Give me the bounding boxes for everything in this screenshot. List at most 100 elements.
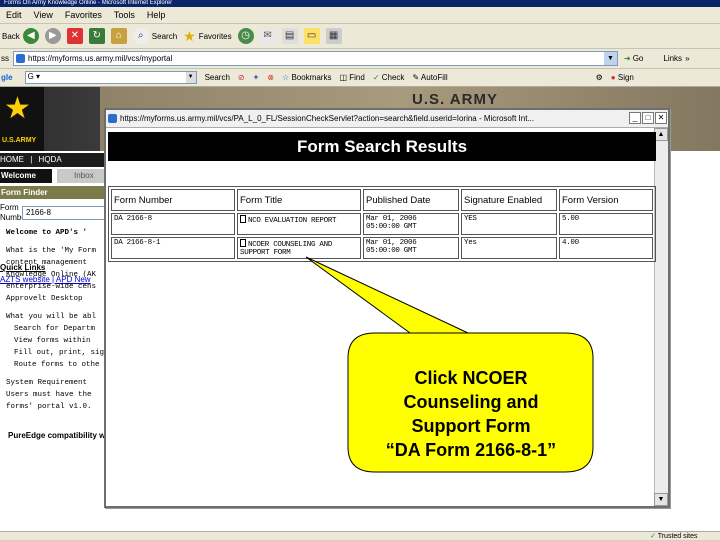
back-button[interactable]: Back ◀ — [2, 28, 39, 44]
ie-window-icon — [108, 114, 117, 123]
google-signin-button[interactable]: ● Sign — [611, 73, 634, 82]
banner-title: U.S. ARMY — [412, 91, 498, 108]
column-header: Published Date — [363, 189, 459, 211]
refresh-icon[interactable]: ↻ — [88, 28, 105, 44]
table-row[interactable]: DA 2166-8-1 NCOER COUNSELING AND SUPPORT … — [111, 237, 653, 259]
ie-page-icon — [16, 54, 25, 63]
signature-cell: YES — [461, 213, 557, 235]
status-bar: ✓ Trusted sites — [0, 531, 720, 540]
column-header: Form Number — [111, 189, 235, 211]
go-button[interactable]: Go — [633, 54, 644, 63]
body-line: Knowledge Online (AK — [6, 271, 97, 279]
maximize-button[interactable]: □ — [642, 112, 654, 124]
minimize-button[interactable]: _ — [629, 112, 641, 124]
form-finder-label: Form — [0, 203, 19, 212]
scroll-up-icon[interactable]: ▲ — [654, 128, 668, 141]
google-block-icon[interactable]: ⊘ — [238, 73, 245, 82]
address-bar: ss https://myforms.us.army.mil/vcs/mypor… — [0, 49, 720, 69]
body-line: What you will be abl — [6, 313, 97, 321]
body-line: What is the 'My Form — [6, 247, 97, 255]
army-star-icon: ★ — [4, 92, 31, 125]
address-input[interactable]: https://myforms.us.army.mil/vcs/myportal… — [13, 51, 618, 66]
document-icon — [240, 239, 246, 247]
google-popup-icon[interactable]: ⊗ — [267, 73, 274, 82]
form-title-link[interactable]: NCO EVALUATION REPORT — [237, 213, 361, 235]
tab-welcome[interactable]: Welcome — [0, 169, 52, 183]
links-chevron-icon[interactable]: » — [685, 54, 689, 63]
favorites-button[interactable]: ★ Favorites — [183, 28, 231, 45]
history-icon[interactable]: ◷ — [237, 28, 254, 44]
published-date-cell: Mar 01, 2006 05:00:00 GMT — [363, 237, 459, 259]
body-line: Search for Departm — [14, 325, 96, 333]
army-logo: ★ U.S.ARMY — [0, 87, 44, 151]
browser-title-bar: Forms On Army Knowledge Online - Microso… — [0, 0, 720, 7]
column-header: Form Version — [559, 189, 653, 211]
google-check-button[interactable]: ✓ Check — [373, 73, 405, 82]
address-label: ss — [1, 54, 9, 63]
close-button[interactable]: ✕ — [655, 112, 667, 124]
form-number-cell: DA 2166-8-1 — [111, 237, 235, 259]
google-search-button[interactable]: Search — [205, 73, 230, 82]
menu-bar: Edit View Favorites Tools Help — [0, 7, 720, 24]
callout-text: Click NCOER Counseling and Support Form … — [350, 366, 592, 462]
stop-icon[interactable]: ✕ — [66, 28, 83, 44]
popup-scrollbar[interactable] — [654, 128, 668, 506]
column-header: Form Title — [237, 189, 361, 211]
callout-line: Counseling and — [403, 392, 539, 412]
nav-separator: | — [30, 155, 33, 164]
scroll-down-icon[interactable]: ▼ — [654, 493, 668, 506]
popup-title-bar: https://myforms.us.army.mil/vcs/PA_L_0_F… — [106, 110, 668, 128]
forward-arrow-icon[interactable]: ▶ — [44, 28, 61, 44]
body-line: Approvelt Desktop — [6, 295, 83, 303]
form-number-cell: DA 2166-8 — [111, 213, 235, 235]
callout-line: Support Form — [411, 416, 531, 436]
google-search-input[interactable]: G ▾ ▼ — [24, 71, 197, 84]
body-line: System Requirement — [6, 379, 88, 387]
body-line: Route forms to othe — [14, 361, 100, 369]
nav-hqda[interactable]: HQDA — [39, 155, 62, 164]
home-icon[interactable]: ⌂ — [110, 28, 127, 44]
nav-home[interactable]: HOME — [0, 155, 24, 164]
signin-icon: ● — [610, 73, 616, 82]
form-title-link[interactable]: NCOER COUNSELING AND SUPPORT FORM — [237, 237, 361, 259]
address-dropdown-icon[interactable]: ▼ — [604, 52, 617, 65]
tab-inbox[interactable]: Inbox — [57, 169, 105, 183]
menu-view[interactable]: View — [34, 10, 53, 20]
results-header: Form Search Results — [108, 132, 656, 161]
search-button[interactable]: ⌕ Search — [132, 28, 177, 44]
edit-icon[interactable]: ▭ — [303, 28, 320, 44]
body-line: View forms within — [14, 337, 91, 345]
results-table: Form Number Form Title Published Date Si… — [108, 186, 656, 262]
menu-help[interactable]: Help — [147, 10, 166, 20]
google-dropdown-icon[interactable]: ▼ — [185, 72, 196, 83]
table-row[interactable]: DA 2166-8 NCO EVALUATION REPORT Mar 01, … — [111, 213, 653, 235]
links-button[interactable]: Links — [663, 54, 682, 63]
body-line: content management — [6, 259, 88, 267]
google-logo: gle — [1, 73, 13, 82]
published-date-cell: Mar 01, 2006 05:00:00 GMT — [363, 213, 459, 235]
google-bookmarks-button[interactable]: ☆ Bookmarks — [282, 73, 331, 82]
nav-top-tabs: HOME | HQDA — [0, 153, 105, 167]
star-icon: ★ — [183, 27, 196, 44]
mail-icon[interactable]: ✉ — [259, 28, 276, 44]
form-finder-title: Form Finder — [0, 186, 105, 199]
form-number-input[interactable]: 2166-8 — [22, 206, 105, 220]
menu-favorites[interactable]: Favorites — [65, 10, 102, 20]
body-line: forms' portal v1.0. — [6, 403, 92, 411]
research-icon[interactable]: ▦ — [325, 28, 342, 44]
welcome-content: Welcome to APD's ' What is the 'My Form … — [6, 227, 106, 413]
menu-edit[interactable]: Edit — [6, 10, 22, 20]
google-news-icon[interactable]: ✦ — [253, 73, 260, 82]
google-toolbar: gle G ▾ ▼ Search ⊘ ✦ ⊗ ☆ Bookmarks ◫ Find… — [0, 69, 720, 87]
print-icon[interactable]: ▤ — [281, 28, 298, 44]
google-find-button[interactable]: ◫ Find — [339, 73, 364, 82]
go-arrow-icon[interactable]: ➔ — [624, 54, 631, 63]
document-icon — [240, 215, 246, 223]
find-icon: ◫ — [339, 73, 348, 82]
google-autofill-button[interactable]: ✎ AutoFill — [412, 73, 447, 82]
callout-line: “DA Form 2166-8-1” — [385, 440, 557, 460]
google-settings-icon[interactable]: ⚙ — [596, 73, 603, 82]
trusted-sites-icon: ✓ — [650, 533, 656, 540]
check-icon: ✓ — [372, 73, 380, 82]
menu-tools[interactable]: Tools — [114, 10, 135, 20]
